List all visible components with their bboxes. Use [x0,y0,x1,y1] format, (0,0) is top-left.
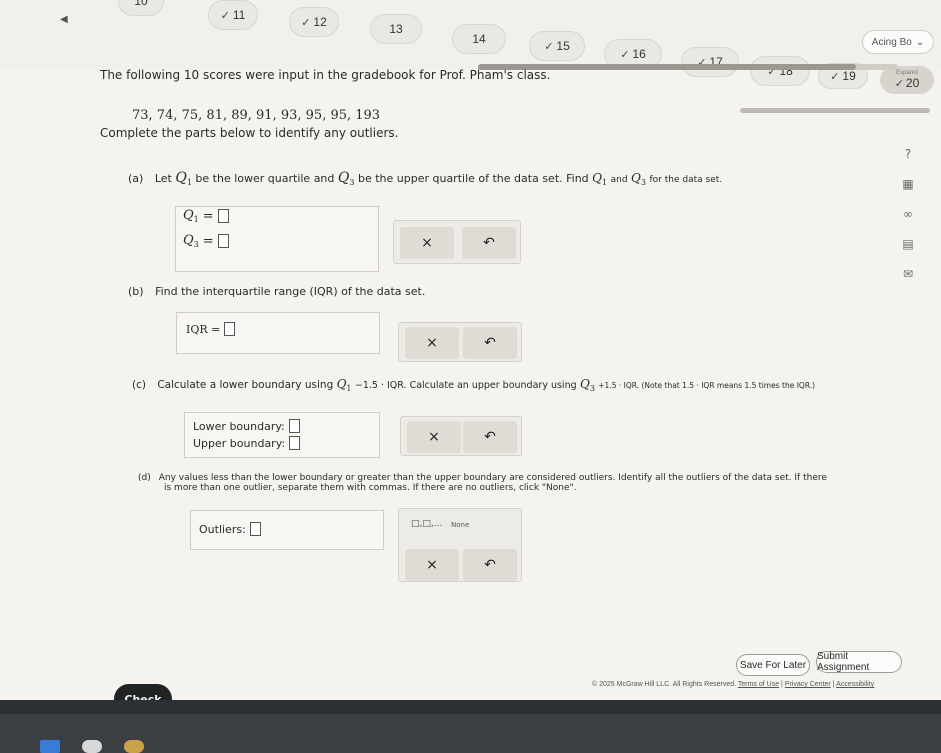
part-d-prompt: (d) Any values less than the lower bounda… [138,473,827,493]
terms-link[interactable]: Terms of Use [738,681,779,688]
problem-intro: The following 10 scores were input in th… [100,68,551,82]
undo-button[interactable]: ↶ [463,549,517,581]
data-scores: 73, 74, 75, 81, 89, 91, 93, 95, 95, 193 [132,108,381,123]
save-for-later-button[interactable]: Save For Later [736,654,810,676]
undo-button[interactable]: ↶ [463,327,517,359]
footer-legal: © 2025 McGraw Hill LLC. All Rights Reser… [592,681,875,688]
question-12-button[interactable]: ✓ 12 [289,7,339,37]
q3-row: Q3 = [183,233,229,249]
part-a-prompt: (a) Let Q1 be the lower quartile and Q3 … [128,170,723,187]
check-icon: ✓ [894,77,904,90]
lower-boundary-row: Lower boundary: [193,419,300,433]
q1-row: Q1 = [183,208,229,224]
clear-button[interactable]: × [400,227,454,259]
calculator-icon[interactable]: ▦ [900,176,916,192]
check-icon: ✓ [220,9,230,22]
submit-assignment-button[interactable]: Submit Assignment [816,651,902,673]
list-tool-button[interactable]: □,□,... [411,519,442,529]
lower-boundary-input[interactable] [288,419,300,433]
question-14-button[interactable]: 14 [452,24,506,54]
help-icon[interactable]: ? [900,146,916,162]
check-icon: ✓ [301,16,311,29]
check-icon: ✓ [830,70,840,83]
outliers-row: Outliers: [199,522,261,536]
instruction: Complete the parts below to identify any… [100,126,399,140]
chevron-down-icon: ⌄ [915,36,925,48]
mail-icon[interactable]: ✉ [900,266,916,282]
q3-input[interactable] [217,234,229,248]
check-icon: ✓ [620,48,630,61]
taskbar-app-icon[interactable] [40,740,60,753]
iqr-row: IQR = [186,322,236,336]
undo-button[interactable]: ↶ [462,227,516,259]
privacy-link[interactable]: Privacy Center [785,681,831,688]
part-c-toolbox: × ↶ [400,416,522,456]
question-20-button[interactable]: Espanol ✓ 20 [880,66,934,94]
iqr-input[interactable] [224,322,236,336]
clear-button[interactable]: × [405,327,459,359]
question-13-button[interactable]: 13 [370,14,422,44]
undo-button[interactable]: ↶ [463,421,517,453]
question-navigator: ◀ 10 ✓ 11 ✓ 12 13 14 ✓ 15 ✓ 16 ✓ 17 ✓ 18 ✓ 19 E… [0,0,941,94]
ebook-icon[interactable]: ▤ [900,236,916,252]
progress-track [740,108,930,113]
upper-boundary-row: Upper boundary: [193,436,301,450]
accessibility-link[interactable]: Accessibility [836,681,874,688]
clear-button[interactable]: × [405,549,459,581]
q1-input[interactable] [217,209,229,223]
outliers-input[interactable] [249,522,261,536]
back-arrow-icon[interactable]: ◀ [60,14,68,25]
question-18-button[interactable]: ✓ 18 [750,56,810,86]
question-17-button[interactable]: ✓ 17 [681,47,739,77]
check-icon: ✓ [544,40,554,53]
user-menu[interactable]: Acing Bo ⌄ [862,30,934,54]
part-b-toolbox: × ↶ [398,322,522,362]
upper-boundary-input[interactable] [289,436,301,450]
clear-button[interactable]: × [407,421,461,453]
question-10-button[interactable]: 10 [118,0,164,16]
browser-icon[interactable] [124,740,144,753]
none-button[interactable]: None [451,521,469,529]
part-b-prompt: (b) Find the interquartile range (IQR) o… [128,285,426,298]
chrome-icon[interactable] [82,740,102,753]
part-a-toolbox: × ↶ [393,220,521,264]
part-c-prompt: (c) Calculate a lower boundary using Q1 … [132,377,816,393]
question-11-button[interactable]: ✓ 11 [208,0,258,30]
question-15-button[interactable]: ✓ 15 [529,31,585,61]
infinity-icon[interactable]: ∞ [900,206,916,222]
part-d-toolbox: □,□,... None × ↶ [398,508,522,582]
